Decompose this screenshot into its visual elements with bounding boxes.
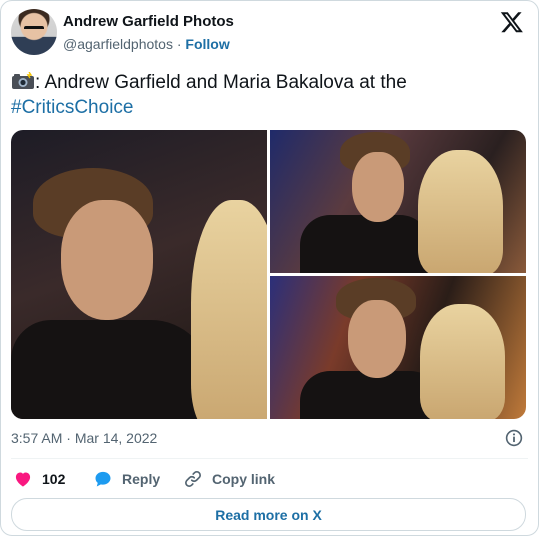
media-grid [11, 130, 526, 419]
follow-button[interactable]: Follow [185, 36, 229, 52]
like-count: 102 [42, 471, 66, 487]
tweet-card: Andrew Garfield Photos @agarfieldphotos … [0, 0, 539, 536]
photo-3[interactable] [270, 276, 526, 419]
tweet-timestamp[interactable]: 3:57 AM · Mar 14, 2022 [11, 430, 157, 446]
camera-flash-icon [12, 72, 34, 89]
glasses-detail [24, 26, 44, 35]
author-display-name[interactable]: Andrew Garfield Photos [63, 13, 234, 30]
link-icon [185, 471, 201, 487]
author-handle-row: @agarfieldphotos · Follow [63, 36, 230, 52]
tweet-date: Mar 14, 2022 [74, 430, 158, 446]
x-logo-icon[interactable] [500, 10, 524, 34]
author-handle[interactable]: @agarfieldphotos [63, 36, 173, 52]
copy-link-label: Copy link [212, 471, 276, 487]
author-avatar[interactable] [11, 9, 57, 55]
handle-separator: · [176, 36, 182, 52]
tweet-text-body: : Andrew Garfield and Maria Bakalova at … [35, 72, 407, 93]
reply-label: Reply [122, 471, 161, 487]
like-button[interactable]: 102 [13, 469, 65, 489]
copy-link-button[interactable]: Copy link [183, 469, 275, 489]
photo-1[interactable] [11, 130, 267, 419]
info-icon[interactable] [505, 429, 523, 447]
reply-bubble-icon [95, 471, 111, 487]
hashtag-link[interactable]: #CriticsChoice [11, 97, 133, 118]
divider [11, 458, 528, 459]
tweet-time: 3:57 AM [11, 430, 63, 446]
reply-button[interactable]: Reply [93, 469, 160, 489]
read-more-button[interactable]: Read more on X [11, 498, 526, 531]
meta-separator: · [66, 430, 71, 446]
heart-icon [15, 472, 31, 487]
photo-2[interactable] [270, 130, 526, 273]
tweet-text: : Andrew Garfield and Maria Bakalova at … [11, 70, 521, 120]
